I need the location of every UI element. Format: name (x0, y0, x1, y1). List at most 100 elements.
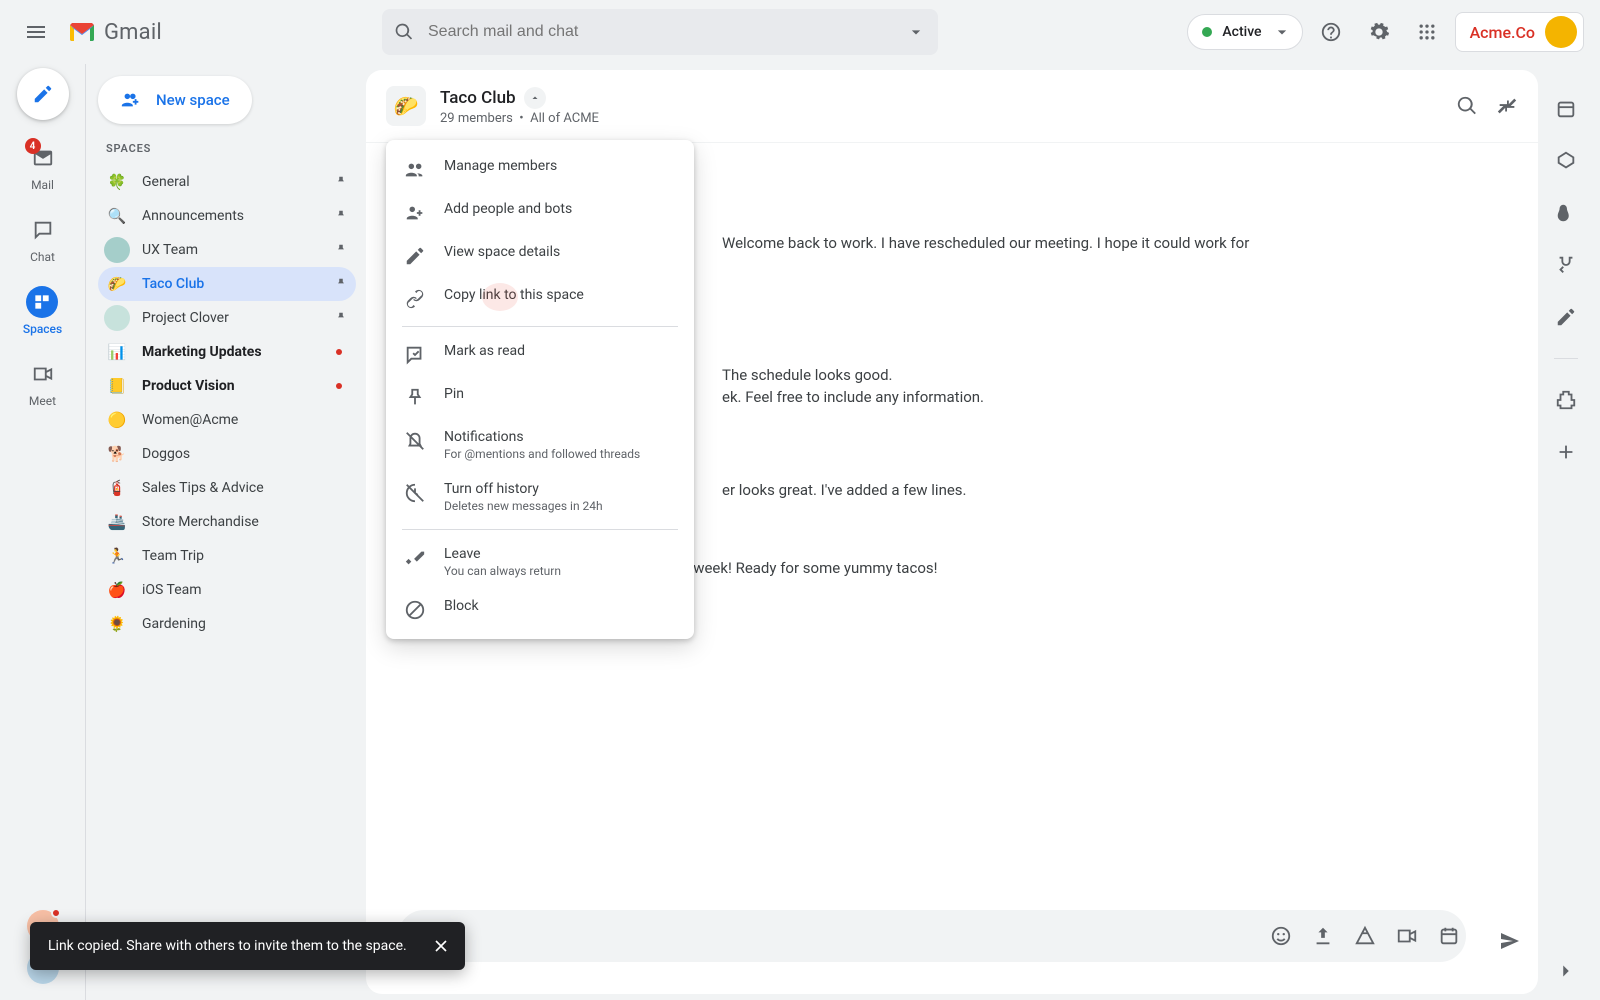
drive-icon[interactable] (1354, 925, 1376, 947)
hide-sidepanel-icon[interactable] (1555, 960, 1577, 982)
keep-addon-icon[interactable] (1555, 150, 1577, 172)
menu-manage-members[interactable]: Manage members (386, 148, 694, 191)
sidebar-item-sales-tips-advice[interactable]: 🧯Sales Tips & Advice (98, 471, 356, 505)
gmail-logo-icon (68, 21, 96, 43)
menu-mark-read[interactable]: Mark as read (386, 333, 694, 376)
new-space-label: New space (156, 91, 230, 109)
space-title-button[interactable]: Taco Club (440, 87, 599, 109)
sidebar-item-label: Announcements (142, 208, 244, 224)
compose-button[interactable] (17, 68, 69, 120)
block-icon (404, 599, 426, 621)
rail-meet[interactable]: Meet (27, 358, 59, 408)
sidebar-item-project-clover[interactable]: Project Clover (98, 301, 356, 335)
pin-icon (334, 311, 348, 325)
toast-close-button[interactable] (431, 936, 451, 956)
rail-spaces[interactable]: Spaces (23, 286, 62, 336)
calendar-icon[interactable] (1438, 925, 1460, 947)
leave-icon (404, 547, 426, 569)
sidebar-item-general[interactable]: 🍀 General (98, 165, 356, 199)
rail-mail[interactable]: 4 Mail (27, 142, 59, 192)
sidebar-item-ios-team[interactable]: 🍎iOS Team (98, 573, 356, 607)
app-logo[interactable]: Gmail (64, 20, 374, 45)
link-icon (404, 288, 426, 310)
apps-button[interactable] (1407, 12, 1447, 52)
space-search-button[interactable] (1456, 95, 1478, 117)
send-button[interactable] (1498, 929, 1522, 953)
sidebar-item-product-vision[interactable]: 📒Product Vision (98, 369, 356, 403)
extensions-icon[interactable] (1555, 389, 1577, 411)
rail-chat-label: Chat (30, 250, 55, 264)
pin-icon (334, 175, 348, 189)
search-bar[interactable] (382, 9, 938, 55)
sidebar-item-label: Taco Club (142, 276, 204, 292)
space-menu: Manage members Add people and bots View … (386, 140, 694, 639)
new-space-button[interactable]: New space (98, 76, 252, 124)
menu-view-details[interactable]: View space details (386, 234, 694, 277)
contacts-addon-icon[interactable] (1555, 254, 1577, 276)
space-emoji-icon: 📒 (104, 373, 130, 399)
menu-leave[interactable]: LeaveYou can always return (386, 536, 694, 588)
space-emoji-icon: 🏃 (104, 543, 130, 569)
sidebar-item-team-trip[interactable]: 🏃 Team Trip (98, 539, 356, 573)
chat-icon (32, 219, 54, 241)
sidebar-item-ux-team[interactable]: UX Team (98, 233, 356, 267)
addon-panel (1538, 70, 1594, 994)
gear-icon (1368, 21, 1390, 43)
space-emoji-icon: 🧯 (104, 475, 130, 501)
account-switcher[interactable]: Acme.Co (1455, 12, 1584, 52)
edit-addon-icon[interactable] (1555, 306, 1577, 328)
message-composer[interactable]: ＋ (398, 910, 1466, 962)
apps-grid-icon (1417, 22, 1437, 42)
search-input[interactable] (426, 22, 906, 42)
sidebar-item-label: UX Team (142, 242, 198, 258)
space-emoji-icon: 🍀 (104, 169, 130, 195)
search-options-icon[interactable] (906, 22, 926, 42)
help-icon (1320, 21, 1342, 43)
spaces-icon (32, 292, 52, 312)
menu-notifications[interactable]: NotificationsFor @mentions and followed … (386, 419, 694, 471)
upload-icon[interactable] (1312, 925, 1334, 947)
sidebar-item-taco-club[interactable]: 🌮 Taco Club (98, 267, 356, 301)
sidebar-item-gardening[interactable]: 🌻Gardening (98, 607, 356, 641)
menu-history[interactable]: Turn off historyDeletes new messages in … (386, 471, 694, 523)
get-addons-icon[interactable] (1555, 441, 1577, 463)
chevron-up-icon (524, 87, 546, 109)
app-header: Gmail Active Acme.Co (0, 0, 1600, 64)
menu-add-people[interactable]: Add people and bots (386, 191, 694, 234)
collapse-button[interactable] (1496, 95, 1518, 117)
status-chip[interactable]: Active (1187, 14, 1302, 50)
mail-badge: 4 (25, 138, 41, 154)
rail-meet-label: Meet (29, 394, 56, 408)
message-fragment: Welcome back to work. I have rescheduled… (722, 233, 1510, 255)
app-rail: 4 Mail Chat Spaces Meet (0, 64, 86, 1000)
unread-dot-icon (336, 383, 342, 389)
space-subtitle: 29 members • All of ACME (440, 111, 599, 126)
space-emoji-icon: 📊 (104, 339, 130, 365)
calendar-addon-icon[interactable] (1555, 98, 1577, 120)
rail-chat[interactable]: Chat (27, 214, 59, 264)
sidebar-item-marketing-updates[interactable]: 📊Marketing Updates (98, 335, 356, 369)
menu-pin[interactable]: Pin (386, 376, 694, 419)
search-icon (394, 22, 414, 42)
sidebar-item-announcements[interactable]: 🔍Announcements (98, 199, 356, 233)
space-emoji-icon (104, 237, 130, 263)
sidebar-item-label: General (142, 174, 190, 190)
sidebar-item-doggos[interactable]: 🐕Doggos (98, 437, 356, 471)
support-button[interactable] (1311, 12, 1351, 52)
emoji-icon[interactable] (1270, 925, 1292, 947)
tasks-addon-icon[interactable] (1555, 202, 1577, 224)
sidebar-item-store-merchandise[interactable]: 🚢Store Merchandise (98, 505, 356, 539)
sidebar-item-women-acme[interactable]: 🟡Women@Acme (98, 403, 356, 437)
message-fragment: The schedule looks good. ek. Feel free t… (722, 365, 1510, 409)
main-menu-button[interactable] (16, 12, 56, 52)
sidebar-item-label: Team Trip (142, 548, 204, 564)
settings-button[interactable] (1359, 12, 1399, 52)
menu-block[interactable]: Block (386, 588, 694, 631)
video-icon[interactable] (1396, 925, 1418, 947)
menu-copy-link[interactable]: Copy link to this space (386, 277, 694, 320)
toast-text: Link copied. Share with others to invite… (48, 938, 407, 954)
sidebar-item-label: Women@Acme (142, 412, 238, 428)
account-label: Acme.Co (1470, 23, 1535, 42)
space-emoji-icon: 🌮 (104, 271, 130, 297)
space-title: Taco Club (440, 88, 516, 108)
